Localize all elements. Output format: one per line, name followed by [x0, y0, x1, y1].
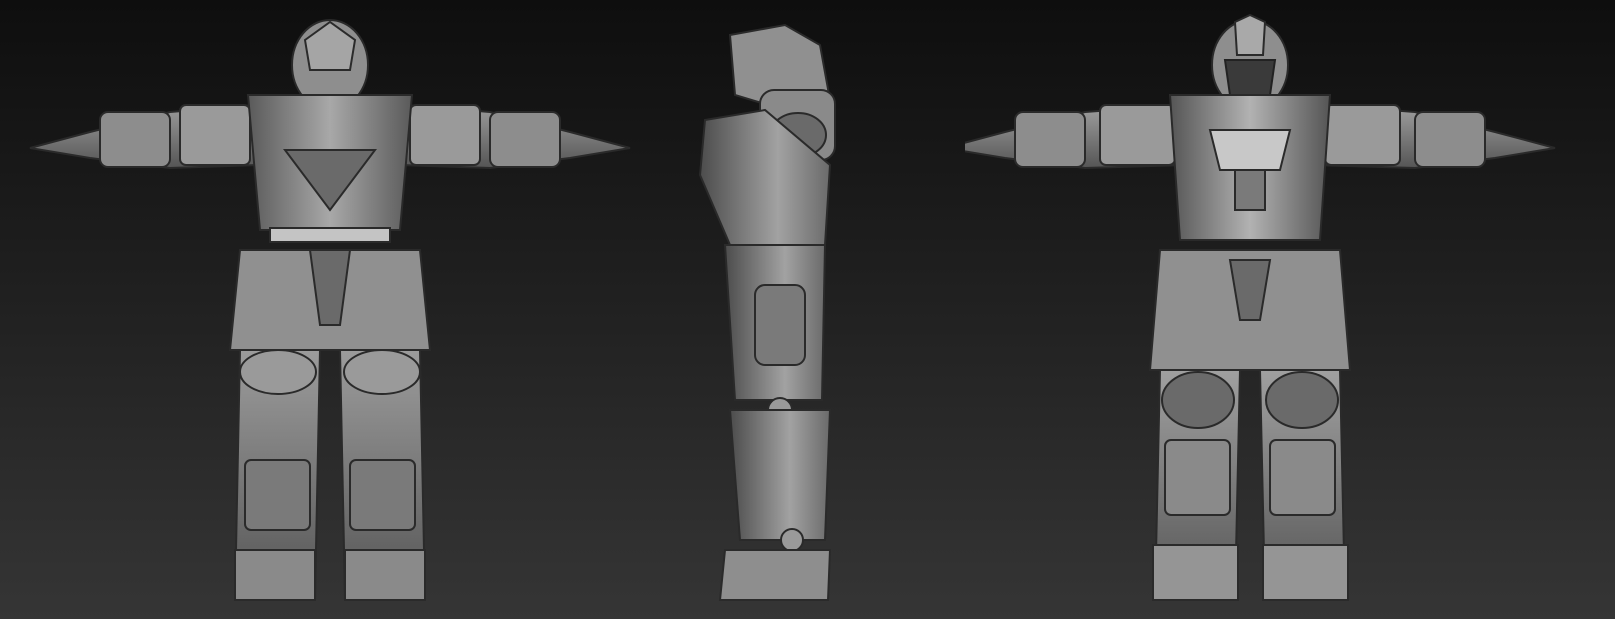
armored-figure-side-icon [698, 23, 836, 601]
zbrush-render-viewport [0, 0, 1615, 619]
armored-figure-side-view [690, 0, 870, 619]
armored-figure-back-view [20, 0, 660, 619]
armored-figure-front-icon [965, 13, 1556, 601]
armored-figure-front-view [965, 0, 1605, 619]
armored-figure-back-icon [29, 19, 631, 601]
